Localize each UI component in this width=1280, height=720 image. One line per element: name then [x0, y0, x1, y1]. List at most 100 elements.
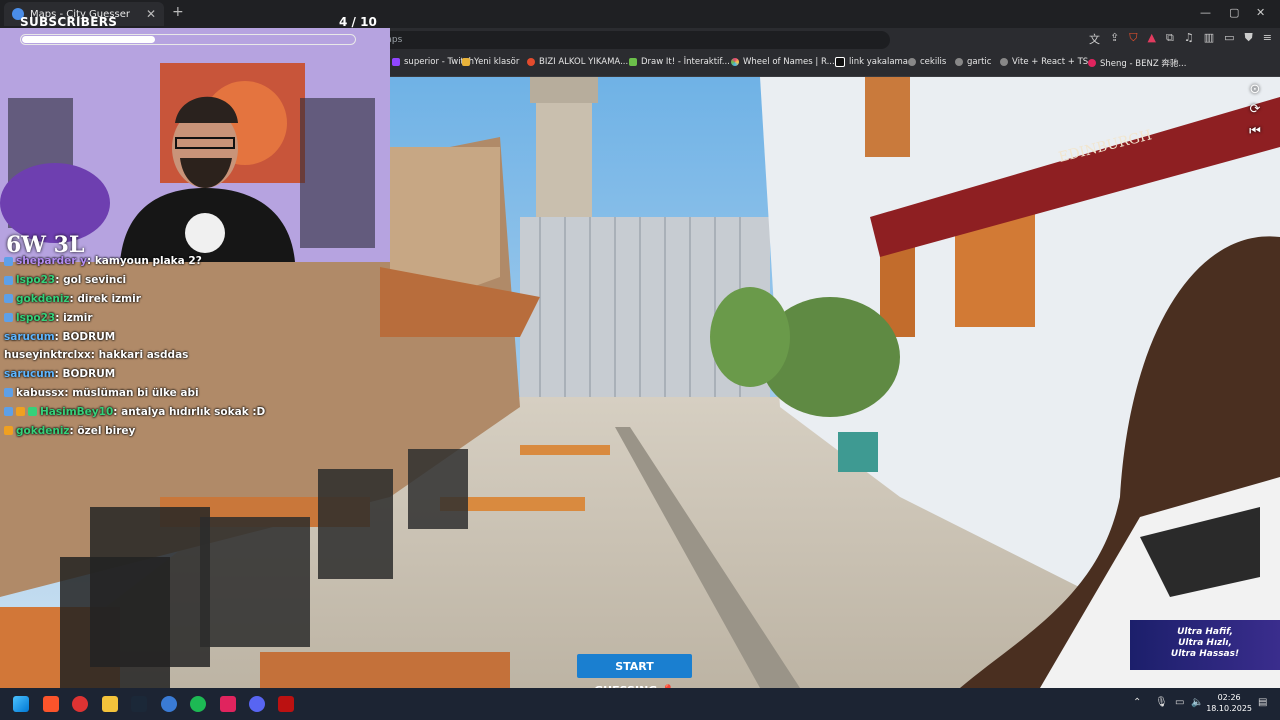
chat-username: lspo23: [16, 274, 56, 287]
bookmark-item[interactable]: BIZI ALKOL YIKAMA...: [527, 57, 628, 67]
clock-date: 18.10.2025: [1206, 704, 1252, 713]
bookmark-item[interactable]: Sheng - BENZ 奔驰...: [1088, 57, 1186, 69]
bookmark-favicon-icon: [392, 58, 400, 66]
chat-text: BODRUM: [62, 368, 116, 381]
volume-icon[interactable]: 🔈: [1191, 697, 1203, 708]
discord-icon[interactable]: [249, 696, 265, 712]
microphone-icon[interactable]: 🎙: [1155, 697, 1168, 708]
chat-badge-icon: [4, 407, 13, 417]
chat-badge-icon: [4, 313, 13, 323]
bookmark-label: cekilis: [920, 57, 947, 67]
chat-badge-icon: [4, 294, 13, 304]
close-window-button[interactable]: ✕: [1256, 6, 1265, 19]
menu-icon[interactable]: ≡: [1263, 31, 1272, 47]
minimize-button[interactable]: —: [1200, 6, 1211, 19]
bookmark-label: Wheel of Names | R...: [743, 57, 835, 67]
chat-username: sarucum: [4, 330, 55, 343]
clock-time: 02:26: [1217, 693, 1241, 702]
chat-username: HasimBey10: [40, 405, 114, 418]
bookmark-label: Draw It! - İnteraktif...: [641, 57, 730, 67]
skip-back-icon[interactable]: ⏮: [1244, 124, 1266, 142]
chat-text: kamyoun plaka 2?: [94, 255, 202, 268]
bookmark-label: link yakalama: [849, 57, 909, 67]
ad-line: Ultra Hafif,: [1177, 627, 1233, 637]
ad-line: Ultra Hızlı,: [1178, 638, 1232, 648]
app-icon[interactable]: [220, 696, 236, 712]
vpn-icon[interactable]: ⛊: [1245, 31, 1253, 47]
system-clock[interactable]: 02:26 18.10.2025: [1206, 692, 1252, 714]
sidebar-icon[interactable]: ▥: [1204, 31, 1214, 47]
streamer-webcam-illustration: [0, 28, 390, 262]
bookmark-item[interactable]: cekilis: [908, 57, 946, 67]
steam-icon[interactable]: [131, 696, 147, 712]
chat-message: sheparder y: kamyoun plaka 2?: [0, 252, 360, 271]
network-icon[interactable]: ▭: [1175, 697, 1184, 708]
notification-icon[interactable]: ▤: [1258, 697, 1267, 708]
bookmark-item[interactable]: Yeni klasör: [462, 57, 519, 67]
tab-strip: [0, 0, 1280, 28]
bookmark-item[interactable]: Vite + React + TS: [1000, 57, 1088, 67]
chat-badge-icon: [4, 256, 13, 266]
chat-text: müslüman bi ülke abi: [72, 386, 199, 399]
bookmark-item[interactable]: gartic: [955, 57, 991, 67]
bookmark-item[interactable]: Wheel of Names | R...: [731, 57, 835, 67]
maximize-button[interactable]: ▢: [1229, 6, 1239, 19]
extensions-icon[interactable]: ⧉: [1166, 31, 1174, 47]
folder-icon: [462, 58, 470, 66]
media-icon[interactable]: ♫: [1184, 31, 1194, 47]
rewards-icon[interactable]: ▲: [1148, 31, 1156, 47]
chat-message: lspo23: izmir: [0, 308, 360, 327]
windows-start-icon[interactable]: [13, 696, 29, 712]
folder-icon[interactable]: [102, 696, 118, 712]
globe-icon: [908, 58, 916, 66]
chat-message: lspo23: gol sevinci: [0, 271, 360, 290]
bookmark-favicon-icon: [835, 57, 845, 67]
bookmark-label: Sheng - BENZ 奔驰...: [1100, 59, 1187, 69]
subscribers-progress-fill: [22, 36, 155, 43]
wallet-icon[interactable]: ▭: [1224, 31, 1234, 47]
toolbar-icons: 文 ⇪ ⛉ ▲ ⧉ ♫ ▥ ▭ ⛊ ≡: [1089, 31, 1272, 47]
spotify-icon[interactable]: [190, 696, 206, 712]
brave-icon[interactable]: [43, 696, 59, 712]
new-tab-button[interactable]: +: [172, 4, 184, 20]
bookmark-favicon-icon: [1088, 59, 1096, 67]
chat-text: direk izmir: [77, 292, 141, 305]
bookmark-item[interactable]: link yakalama: [835, 57, 908, 67]
chat-text: gol sevinci: [63, 274, 127, 287]
chat-text: BODRUM: [62, 330, 116, 343]
chat-text: izmir: [63, 311, 93, 324]
chat-badge-icon: [16, 407, 25, 417]
chat-username: sheparder y: [16, 255, 87, 268]
chat-message: gokdeniz: direk izmir: [0, 290, 360, 309]
chat-text: antalya hıdırlık sokak :D: [121, 405, 266, 418]
chat-username: lspo23: [16, 311, 56, 324]
bookmark-label: BIZI ALKOL YIKAMA...: [539, 57, 629, 67]
subscribers-label: SUBSCRIBERS: [20, 15, 118, 29]
maps-pin-icon[interactable]: [72, 696, 88, 712]
bookmark-favicon-icon: [629, 58, 637, 66]
chat-message: huseyinktrclxx: hakkari asddas: [4, 349, 189, 362]
wheel-icon: [731, 58, 739, 66]
chat-message: HasimBey10: antalya hıdırlık sokak :D: [0, 402, 360, 421]
webcam-overlay: [0, 28, 390, 262]
translate-icon[interactable]: 文: [1089, 31, 1100, 47]
bookmark-item[interactable]: Draw It! - İnteraktif...: [629, 57, 730, 67]
share-icon[interactable]: ⇪: [1110, 31, 1119, 47]
chat-message: sarucum: BODRUM: [4, 368, 116, 381]
compass-icon[interactable]: ⊙: [1244, 82, 1266, 100]
start-guessing-button[interactable]: START GUESSING 📍: [577, 654, 692, 697]
tray-chevron-icon[interactable]: ⌃: [1133, 697, 1141, 708]
app-icon[interactable]: [278, 696, 294, 712]
chat-message: kabussx: müslüman bi ülke abi: [0, 384, 360, 403]
chat-username: gokdeniz: [16, 292, 70, 305]
chat-badge-icon: [4, 275, 13, 285]
bookmark-label: Yeni klasör: [474, 57, 520, 67]
bookmark-favicon-icon: [527, 58, 535, 66]
globe-icon: [1000, 58, 1008, 66]
brave-shield-icon[interactable]: ⛉: [1129, 31, 1137, 47]
round-counter: 4 / 10: [339, 15, 377, 29]
refresh-icon[interactable]: ⟳: [1244, 102, 1266, 120]
chat-message: gokdeniz: özel birey: [0, 421, 360, 440]
app-icon[interactable]: [161, 696, 177, 712]
close-tab-icon[interactable]: ✕: [146, 7, 156, 21]
